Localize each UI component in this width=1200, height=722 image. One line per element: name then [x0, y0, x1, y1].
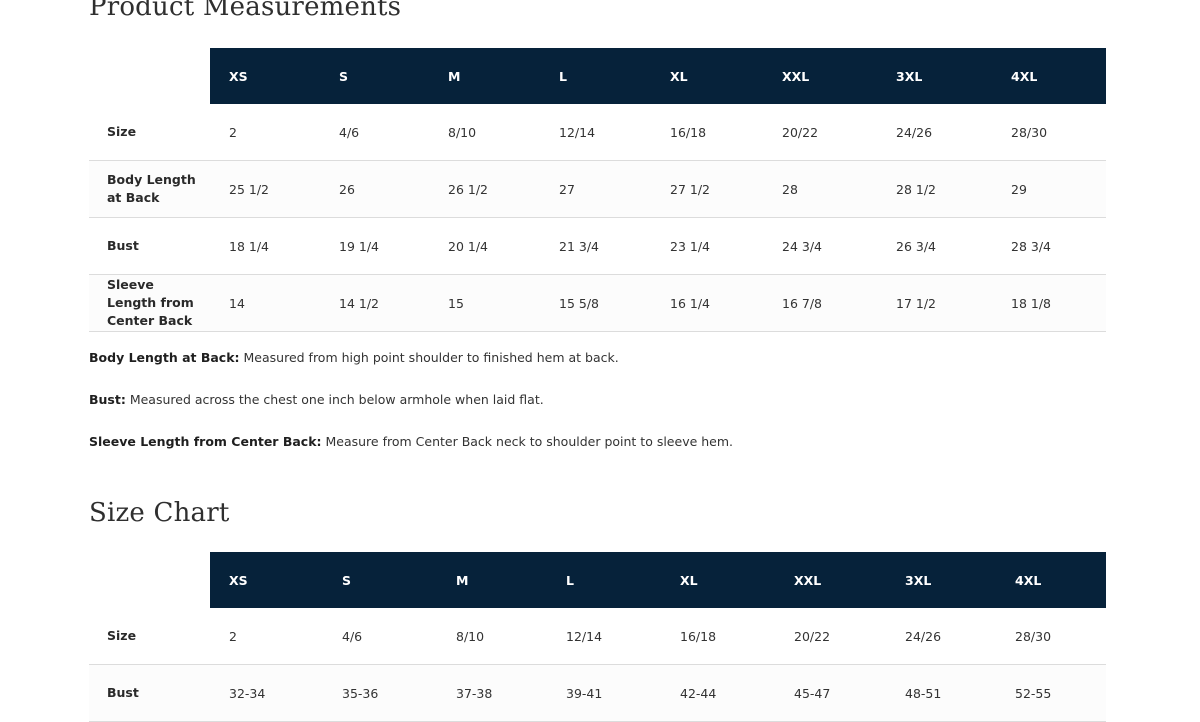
- row-label: Size: [107, 124, 137, 139]
- size-header-s: S: [323, 552, 437, 608]
- table-cell: 24 3/4: [782, 238, 822, 254]
- size-header-4xl: 4XL: [992, 48, 1106, 104]
- note-text: Measured across the chest one inch below…: [125, 392, 544, 407]
- table-cell: 42-44: [680, 685, 717, 701]
- table-cell: 27 1/2: [670, 181, 710, 197]
- table-cell: 4/6: [339, 124, 360, 140]
- size-header-xs: XS: [210, 552, 323, 608]
- table-cell: 48-51: [905, 685, 942, 701]
- row-label: Bust: [107, 238, 139, 253]
- size-header-xl: XL: [661, 552, 775, 608]
- table-cell: 32-34: [229, 685, 266, 701]
- table-cell: 27: [559, 181, 575, 197]
- table-row: Size 2 4/6 8/10 12/14 16/18 20/22 24/26 …: [89, 104, 1106, 161]
- size-header-3xl: 3XL: [886, 552, 996, 608]
- table-cell: 28: [782, 181, 798, 197]
- table-cell: 28 1/2: [896, 181, 936, 197]
- table-cell: 37-38: [456, 685, 493, 701]
- table-cell: 26: [339, 181, 355, 197]
- note-text: Measure from Center Back neck to shoulde…: [321, 434, 734, 449]
- table-cell: 21 3/4: [559, 238, 599, 254]
- table-cell: 26 3/4: [896, 238, 936, 254]
- header-corner: [89, 552, 210, 608]
- product-measurements-table: XS S M L XL XXL 3XL 4XL Size 2 4/6 8/10 …: [89, 48, 1106, 332]
- row-label: Size: [107, 628, 137, 643]
- size-header-m: M: [437, 552, 547, 608]
- table-cell: 24/26: [896, 124, 933, 140]
- size-header-4xl: 4XL: [996, 552, 1106, 608]
- size-header-xl: XL: [651, 48, 763, 104]
- table-row: Size 2 4/6 8/10 12/14 16/18 20/22 24/26 …: [89, 608, 1106, 665]
- table-cell: 20/22: [794, 628, 831, 644]
- table-row: Bust 18 1/4 19 1/4 20 1/4 21 3/4 23 1/4 …: [89, 218, 1106, 275]
- note-text: Measured from high point shoulder to fin…: [239, 350, 619, 365]
- table-cell: 20/22: [782, 124, 819, 140]
- table-cell: 45-47: [794, 685, 831, 701]
- table-cell: 15 5/8: [559, 295, 599, 311]
- table-cell: 25 1/2: [229, 181, 269, 197]
- table-cell: 4/6: [342, 628, 363, 644]
- table-row: Bust 32-34 35-36 37-38 39-41 42-44 45-47…: [89, 664, 1106, 722]
- row-label: Bust: [107, 685, 139, 700]
- table-cell: 2: [229, 628, 237, 644]
- row-label: Sleeve Length from Center Back: [107, 277, 194, 328]
- note-term: Body Length at Back:: [89, 350, 240, 365]
- table-cell: 16 1/4: [670, 295, 710, 311]
- table-cell: 12/14: [559, 124, 596, 140]
- table-cell: 28/30: [1011, 124, 1048, 140]
- table-cell: 16 7/8: [782, 295, 822, 311]
- table-cell: 39-41: [566, 685, 603, 701]
- size-header-s: S: [320, 48, 429, 104]
- header-row: XS S M L XL XXL 3XL 4XL: [89, 552, 1106, 608]
- size-chart-heading: Size Chart: [89, 498, 230, 528]
- table-cell: 8/10: [456, 628, 485, 644]
- row-label: Body Length at Back: [107, 172, 196, 205]
- size-header-xxl: XXL: [763, 48, 877, 104]
- size-header-xs: XS: [210, 48, 320, 104]
- table-cell: 20 1/4: [448, 238, 488, 254]
- header-corner: [89, 48, 210, 104]
- note-term: Bust:: [89, 392, 126, 407]
- size-header-l: L: [540, 48, 651, 104]
- note-sleeve-length: Sleeve Length from Center Back: Measure …: [89, 434, 733, 449]
- size-header-l: L: [547, 552, 661, 608]
- table-cell: 8/10: [448, 124, 477, 140]
- table-cell: 2: [229, 124, 237, 140]
- table-cell: 18 1/4: [229, 238, 269, 254]
- product-measurements-heading: Product Measurements: [89, 0, 402, 22]
- table-cell: 26 1/2: [448, 181, 488, 197]
- table-cell: 29: [1011, 181, 1027, 197]
- table-cell: 12/14: [566, 628, 603, 644]
- table-cell: 28/30: [1015, 628, 1052, 644]
- table-row: Body Length at Back 25 1/2 26 26 1/2 27 …: [89, 160, 1106, 218]
- table-cell: 14: [229, 295, 245, 311]
- table-cell: 28 3/4: [1011, 238, 1051, 254]
- size-header-m: M: [429, 48, 540, 104]
- size-header-3xl: 3XL: [877, 48, 992, 104]
- size-header-xxl: XXL: [775, 552, 886, 608]
- table-row: Sleeve Length from Center Back 14 14 1/2…: [89, 274, 1106, 332]
- table-cell: 15: [448, 295, 464, 311]
- note-bust: Bust: Measured across the chest one inch…: [89, 392, 544, 407]
- table-cell: 19 1/4: [339, 238, 379, 254]
- size-chart-table: XS S M L XL XXL 3XL 4XL Size 2 4/6 8/10 …: [89, 552, 1106, 722]
- table-cell: 24/26: [905, 628, 942, 644]
- header-row: XS S M L XL XXL 3XL 4XL: [89, 48, 1106, 104]
- table-cell: 16/18: [680, 628, 717, 644]
- table-cell: 14 1/2: [339, 295, 379, 311]
- table-cell: 16/18: [670, 124, 707, 140]
- note-term: Sleeve Length from Center Back:: [89, 434, 322, 449]
- table-cell: 17 1/2: [896, 295, 936, 311]
- table-cell: 35-36: [342, 685, 379, 701]
- table-cell: 52-55: [1015, 685, 1052, 701]
- table-cell: 23 1/4: [670, 238, 710, 254]
- note-body-length: Body Length at Back: Measured from high …: [89, 350, 619, 365]
- table-cell: 18 1/8: [1011, 295, 1051, 311]
